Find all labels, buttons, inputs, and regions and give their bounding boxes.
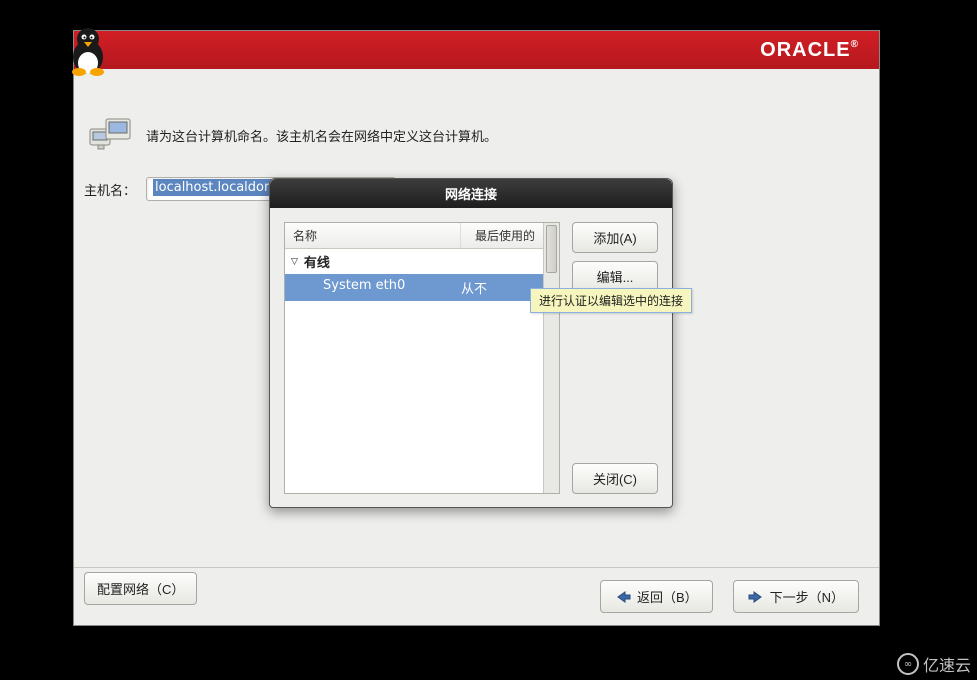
col-last[interactable]: 最后使用的 xyxy=(461,223,543,248)
scroll-thumb[interactable] xyxy=(546,225,557,273)
connections-list[interactable]: 名称 最后使用的 ▽ 有线 System eth0 从不 xyxy=(284,222,560,494)
chevron-down-icon: ▽ xyxy=(291,257,298,267)
arrow-left-icon xyxy=(615,590,631,604)
footer-bar: 返回（B） 下一步（N） xyxy=(74,567,879,625)
back-button[interactable]: 返回（B） xyxy=(600,580,713,613)
header-bar: ORACLE® xyxy=(74,31,879,69)
tux-icon xyxy=(64,23,112,77)
oracle-logo: ORACLE® xyxy=(760,39,859,62)
next-button[interactable]: 下一步（N） xyxy=(733,580,859,613)
watermark: ∞ 亿速云 xyxy=(897,652,971,676)
list-header: 名称 最后使用的 xyxy=(285,223,543,249)
arrow-right-icon xyxy=(748,590,764,604)
list-item[interactable]: System eth0 从不 xyxy=(285,274,543,301)
scrollbar[interactable] xyxy=(543,223,559,493)
hostname-label: 主机名： xyxy=(84,180,136,199)
col-name[interactable]: 名称 xyxy=(285,223,461,248)
dialog-title: 网络连接 xyxy=(270,179,672,208)
network-host-icon xyxy=(88,117,134,153)
instruction-row: 请为这台计算机命名。该主机名会在网络中定义这台计算机。 xyxy=(88,117,879,153)
tooltip: 进行认证以编辑选中的连接 xyxy=(530,288,692,313)
add-button[interactable]: 添加(A) xyxy=(572,222,658,253)
dialog-side-buttons: 添加(A) 编辑... 关闭(C) xyxy=(572,222,658,494)
watermark-icon: ∞ xyxy=(897,653,919,675)
network-connections-dialog: 网络连接 名称 最后使用的 ▽ 有线 System eth0 从不 xyxy=(269,178,673,508)
group-wired[interactable]: ▽ 有线 xyxy=(285,249,543,274)
close-button[interactable]: 关闭(C) xyxy=(572,463,658,494)
instruction-text: 请为这台计算机命名。该主机名会在网络中定义这台计算机。 xyxy=(146,126,497,145)
